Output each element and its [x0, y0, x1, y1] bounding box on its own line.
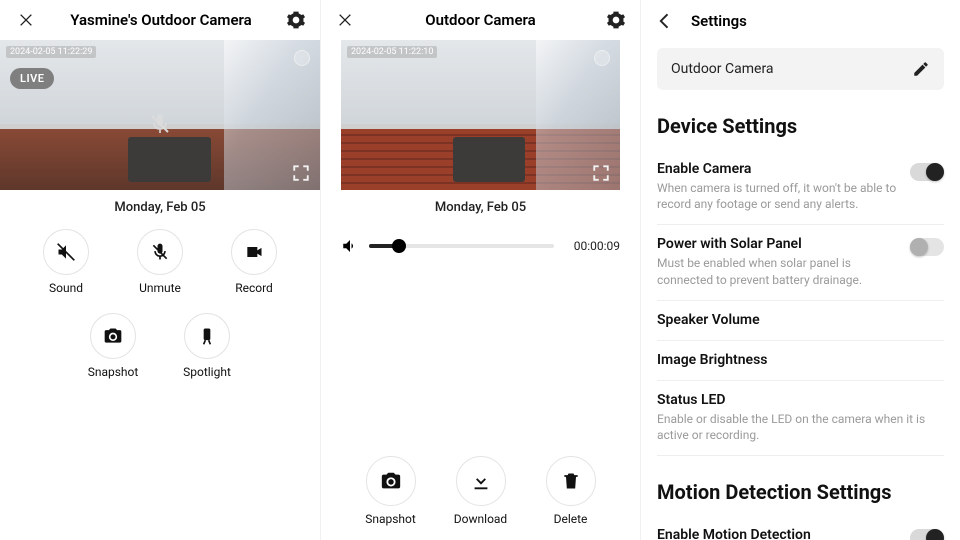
record-label: Record — [235, 281, 273, 295]
device-name-value: Outdoor Camera — [671, 61, 774, 77]
settings-panel: Settings Outdoor Camera Device Settings … — [640, 0, 960, 540]
setting-desc: When camera is turned off, it won't be a… — [657, 180, 898, 212]
controls-grid: Sound Unmute Record Snapshot Spotlight — [0, 223, 320, 385]
playback-bar: 00:00:09 — [321, 223, 640, 269]
setting-desc: Must be enabled when solar panel is conn… — [657, 255, 898, 287]
sound-label: Sound — [49, 281, 83, 295]
page-title: Outdoor Camera — [357, 11, 604, 29]
unmute-button[interactable]: Unmute — [128, 229, 192, 295]
video-timestamp: 2024-02-05 11:22:10 — [347, 46, 437, 58]
snapshot-label: Snapshot — [88, 365, 139, 379]
volume-icon[interactable] — [341, 237, 359, 255]
toggle-solar-panel[interactable] — [910, 238, 944, 256]
setting-title: Enable Camera — [657, 161, 898, 177]
setting-speaker-volume[interactable]: Speaker Volume — [657, 301, 944, 341]
download-button[interactable]: Download — [449, 456, 513, 526]
toggle-enable-camera[interactable] — [910, 163, 944, 181]
live-badge: LIVE — [10, 68, 54, 89]
snapshot-button[interactable]: Snapshot — [81, 313, 145, 379]
device-name-field[interactable]: Outdoor Camera — [657, 48, 944, 90]
snapshot-button[interactable]: Snapshot — [359, 456, 423, 526]
setting-image-brightness[interactable]: Image Brightness — [657, 341, 944, 381]
gear-icon[interactable] — [284, 8, 308, 32]
record-button[interactable]: Record — [222, 229, 286, 295]
setting-title: Speaker Volume — [657, 312, 944, 328]
date-label: Monday, Feb 05 — [321, 190, 640, 223]
video-live[interactable]: 2024-02-05 11:22:29 LIVE — [0, 40, 320, 190]
setting-motion-detection: Enable Motion DetectionIf disabled, your… — [657, 516, 944, 540]
sound-button[interactable]: Sound — [34, 229, 98, 295]
spotlight-label: Spotlight — [183, 365, 231, 379]
back-arrow-icon[interactable] — [653, 9, 677, 33]
brand-badge-icon — [594, 50, 610, 66]
fullscreen-icon[interactable] — [592, 164, 610, 182]
brand-badge-icon — [294, 50, 310, 66]
close-icon[interactable] — [14, 8, 38, 32]
setting-desc: Enable or disable the LED on the camera … — [657, 411, 944, 443]
toggle-motion-detection[interactable] — [910, 529, 944, 540]
date-label: Monday, Feb 05 — [0, 190, 320, 223]
delete-label: Delete — [554, 512, 588, 526]
live-view-panel: Yasmine's Outdoor Camera 2024-02-05 11:2… — [0, 0, 320, 540]
setting-status-led[interactable]: Status LED Enable or disable the LED on t… — [657, 381, 944, 456]
setting-title: Image Brightness — [657, 352, 944, 368]
playback-panel: Outdoor Camera 2024-02-05 11:22:10 Monda… — [320, 0, 640, 540]
snapshot-label: Snapshot — [365, 512, 416, 526]
playback-actions: Snapshot Download Delete — [321, 452, 640, 540]
gear-icon[interactable] — [604, 8, 628, 32]
microphone-icon — [148, 112, 172, 136]
section-title-device: Device Settings — [657, 114, 944, 138]
delete-button[interactable]: Delete — [539, 456, 603, 526]
setting-enable-camera: Enable Camera When camera is turned off, … — [657, 150, 944, 225]
spotlight-button[interactable]: Spotlight — [175, 313, 239, 379]
header: Settings — [641, 0, 960, 40]
setting-solar-panel: Power with Solar Panel Must be enabled wh… — [657, 225, 944, 300]
setting-title: Power with Solar Panel — [657, 236, 898, 252]
page-title: Settings — [691, 12, 747, 30]
header: Yasmine's Outdoor Camera — [0, 0, 320, 40]
video-timestamp: 2024-02-05 11:22:29 — [6, 46, 96, 58]
unmute-label: Unmute — [139, 281, 181, 295]
close-icon[interactable] — [333, 8, 357, 32]
page-title: Yasmine's Outdoor Camera — [38, 11, 284, 29]
setting-title: Status LED — [657, 392, 944, 408]
video-playback[interactable]: 2024-02-05 11:22:10 — [341, 40, 620, 190]
section-title-motion: Motion Detection Settings — [657, 480, 944, 504]
pencil-icon[interactable] — [912, 60, 930, 78]
header: Outdoor Camera — [321, 0, 640, 40]
fullscreen-icon[interactable] — [292, 164, 310, 182]
seek-slider[interactable] — [369, 244, 554, 248]
download-label: Download — [454, 512, 507, 526]
time-display: 00:00:09 — [564, 239, 620, 253]
setting-title: Enable Motion Detection — [657, 527, 898, 540]
